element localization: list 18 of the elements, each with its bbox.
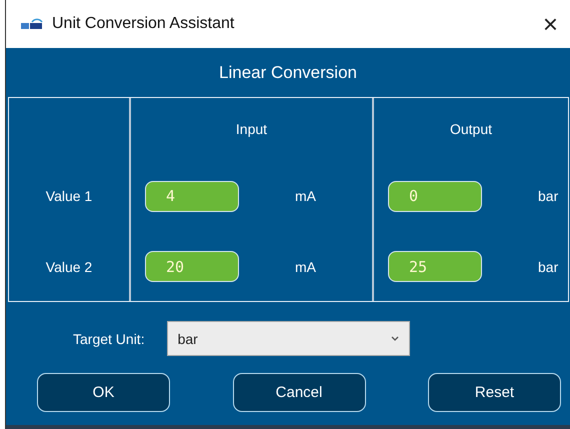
dialog-button[interactable]: Reset bbox=[428, 373, 561, 412]
row-label: Value 1 bbox=[46, 188, 92, 204]
target-unit-label: Target Unit: bbox=[73, 330, 145, 346]
caret-icon bbox=[390, 336, 399, 341]
unit-label: bar bbox=[538, 258, 558, 274]
target-unit-dropdown[interactable]: bar bbox=[166, 321, 410, 356]
row-label: Value 2 bbox=[46, 258, 92, 274]
dialog-button[interactable]: Cancel bbox=[232, 373, 366, 412]
column-heading: Output bbox=[450, 121, 492, 137]
window-title: Unit Conversion Assistant bbox=[52, 15, 236, 33]
unit-label: mA bbox=[295, 258, 316, 274]
close-button[interactable]: × bbox=[542, 11, 558, 37]
column-heading: Input bbox=[236, 121, 268, 137]
section-title: Linear Conversion bbox=[219, 62, 357, 82]
unit-label: bar bbox=[538, 188, 558, 204]
dialog-button[interactable]: OK bbox=[37, 373, 170, 412]
unit-label: mA bbox=[295, 188, 316, 204]
app-logo-icon bbox=[20, 17, 44, 31]
